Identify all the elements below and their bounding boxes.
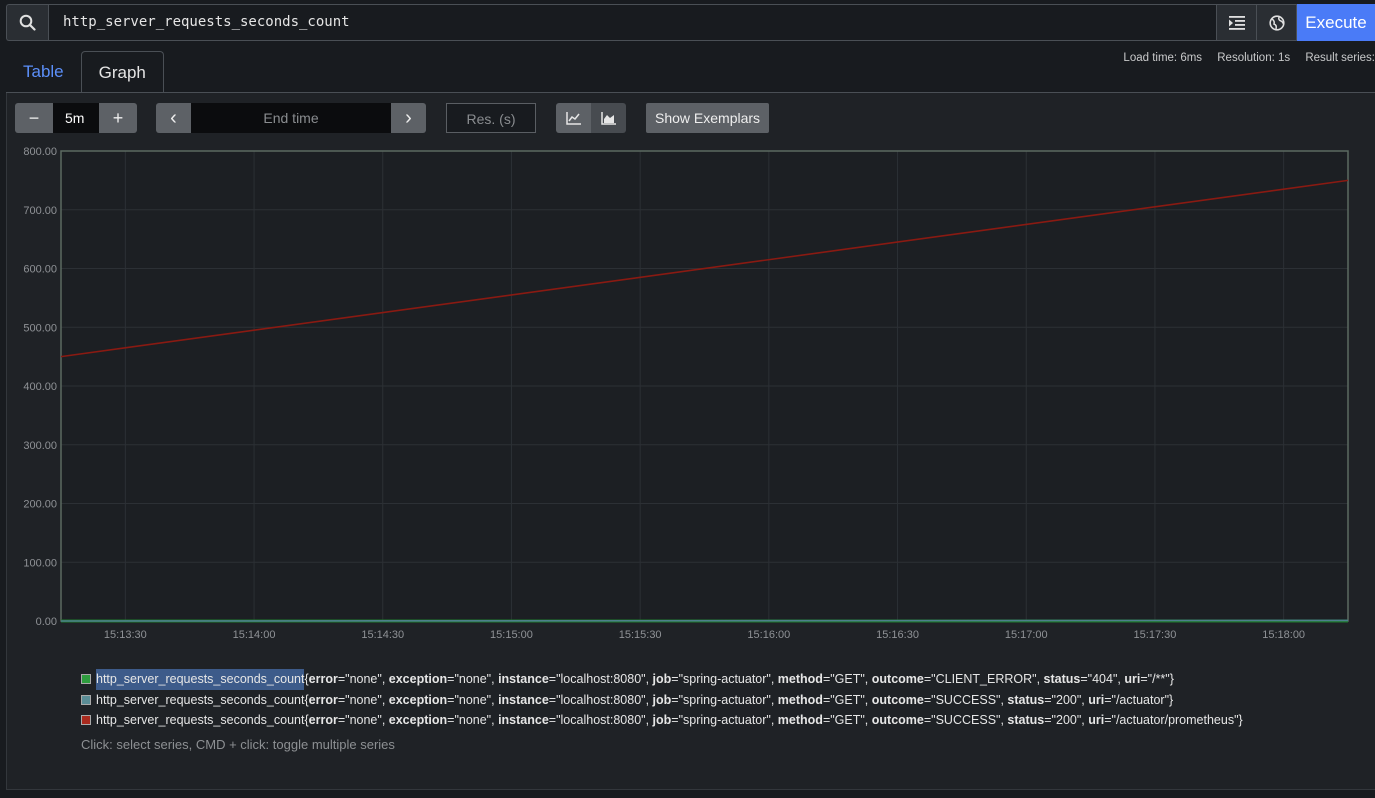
end-time-control: ‹ End time › — [156, 103, 426, 133]
query-bar: http_server_requests_seconds_count Execu… — [6, 4, 1375, 41]
legend-item[interactable]: http_server_requests_seconds_count {error… — [81, 690, 1243, 711]
x-tick-label: 15:17:30 — [1134, 629, 1177, 641]
resolution-control: Res. (s) — [446, 103, 536, 133]
result-series: Result series: — [1305, 52, 1375, 64]
series-color-swatch — [81, 694, 91, 705]
stacked-chart-button[interactable] — [591, 103, 626, 133]
x-tick-label: 15:13:30 — [104, 629, 147, 641]
x-tick-label: 15:14:00 — [233, 629, 276, 641]
x-tick-label: 15:14:30 — [361, 629, 404, 641]
time-series-graph[interactable]: 800.00 700.00 600.00 500.00 400.00 300.00 200.… — [0, 140, 1375, 645]
series-metric-name: http_server_requests_seconds_count — [96, 692, 305, 707]
y-tick-label: 0.00 — [36, 616, 57, 628]
chart-type-toggle — [556, 103, 626, 133]
load-time: Load time: 6ms — [1123, 52, 1203, 64]
expression-input[interactable]: http_server_requests_seconds_count — [48, 4, 1217, 41]
range-control: − 5m + — [15, 103, 137, 133]
format-expression-button[interactable] — [1217, 4, 1257, 41]
x-tick-label: 15:16:00 — [747, 629, 790, 641]
tab-table[interactable]: Table — [6, 51, 81, 92]
legend-hint: Click: select series, CMD + click: toggl… — [81, 736, 395, 752]
series-legend: http_server_requests_seconds_count {error… — [81, 669, 1243, 752]
resolution-input[interactable]: Res. (s) — [446, 103, 536, 133]
y-tick-label: 500.00 — [23, 322, 57, 334]
x-tick-label: 15:15:30 — [619, 629, 662, 641]
view-tabs: Table Graph — [6, 51, 164, 93]
x-tick-label: 15:18:00 — [1262, 629, 1305, 641]
y-tick-label: 200.00 — [23, 499, 57, 511]
next-time-button[interactable]: › — [391, 103, 426, 133]
legend-item[interactable]: http_server_requests_seconds_count {error… — [81, 669, 1243, 690]
end-time-input[interactable]: End time — [191, 103, 391, 133]
series-color-swatch — [81, 674, 91, 685]
series-labels: {error="none", exception="none", instanc… — [304, 713, 1243, 727]
search-icon — [6, 4, 48, 41]
y-tick-label: 400.00 — [23, 381, 57, 393]
series-line — [60, 619, 1349, 622]
line-chart-icon — [566, 111, 581, 125]
increase-range-button[interactable]: + — [99, 103, 137, 133]
series-color-swatch — [81, 715, 91, 726]
execute-button[interactable]: Execute — [1297, 4, 1375, 41]
series-metric-name: http_server_requests_seconds_count — [96, 669, 305, 690]
range-input[interactable]: 5m — [53, 103, 99, 133]
y-tick-label: 100.00 — [23, 557, 57, 569]
legend-item[interactable]: http_server_requests_seconds_count {error… — [81, 710, 1243, 731]
line-chart-button[interactable] — [556, 103, 591, 133]
globe-icon — [1268, 14, 1285, 31]
exemplars-control: Show Exemplars — [646, 103, 770, 133]
y-tick-label: 800.00 — [23, 146, 57, 158]
x-tick-label: 15:15:00 — [490, 629, 533, 641]
previous-time-button[interactable]: ‹ — [156, 103, 191, 133]
series-labels: {error="none", exception="none", instanc… — [304, 692, 1174, 707]
y-tick-label: 300.00 — [23, 440, 57, 452]
indent-icon — [1228, 15, 1245, 30]
series-labels: {error="none", exception="none", instanc… — [304, 672, 1174, 686]
y-tick-label: 600.00 — [23, 264, 57, 276]
decrease-range-button[interactable]: − — [15, 103, 53, 133]
area-chart-icon — [601, 111, 616, 125]
series-metric-name: http_server_requests_seconds_count — [96, 713, 305, 727]
y-tick-label: 700.00 — [23, 205, 57, 217]
tab-graph[interactable]: Graph — [80, 51, 164, 93]
query-stats: Load time: 6ms Resolution: 1s Result ser… — [1111, 52, 1375, 64]
resolution: Resolution: 1s — [1217, 52, 1291, 64]
metrics-explorer-button[interactable] — [1257, 4, 1297, 41]
show-exemplars-button[interactable]: Show Exemplars — [646, 103, 770, 133]
x-tick-label: 15:17:00 — [1005, 629, 1048, 641]
x-tick-label: 15:16:30 — [876, 629, 919, 641]
